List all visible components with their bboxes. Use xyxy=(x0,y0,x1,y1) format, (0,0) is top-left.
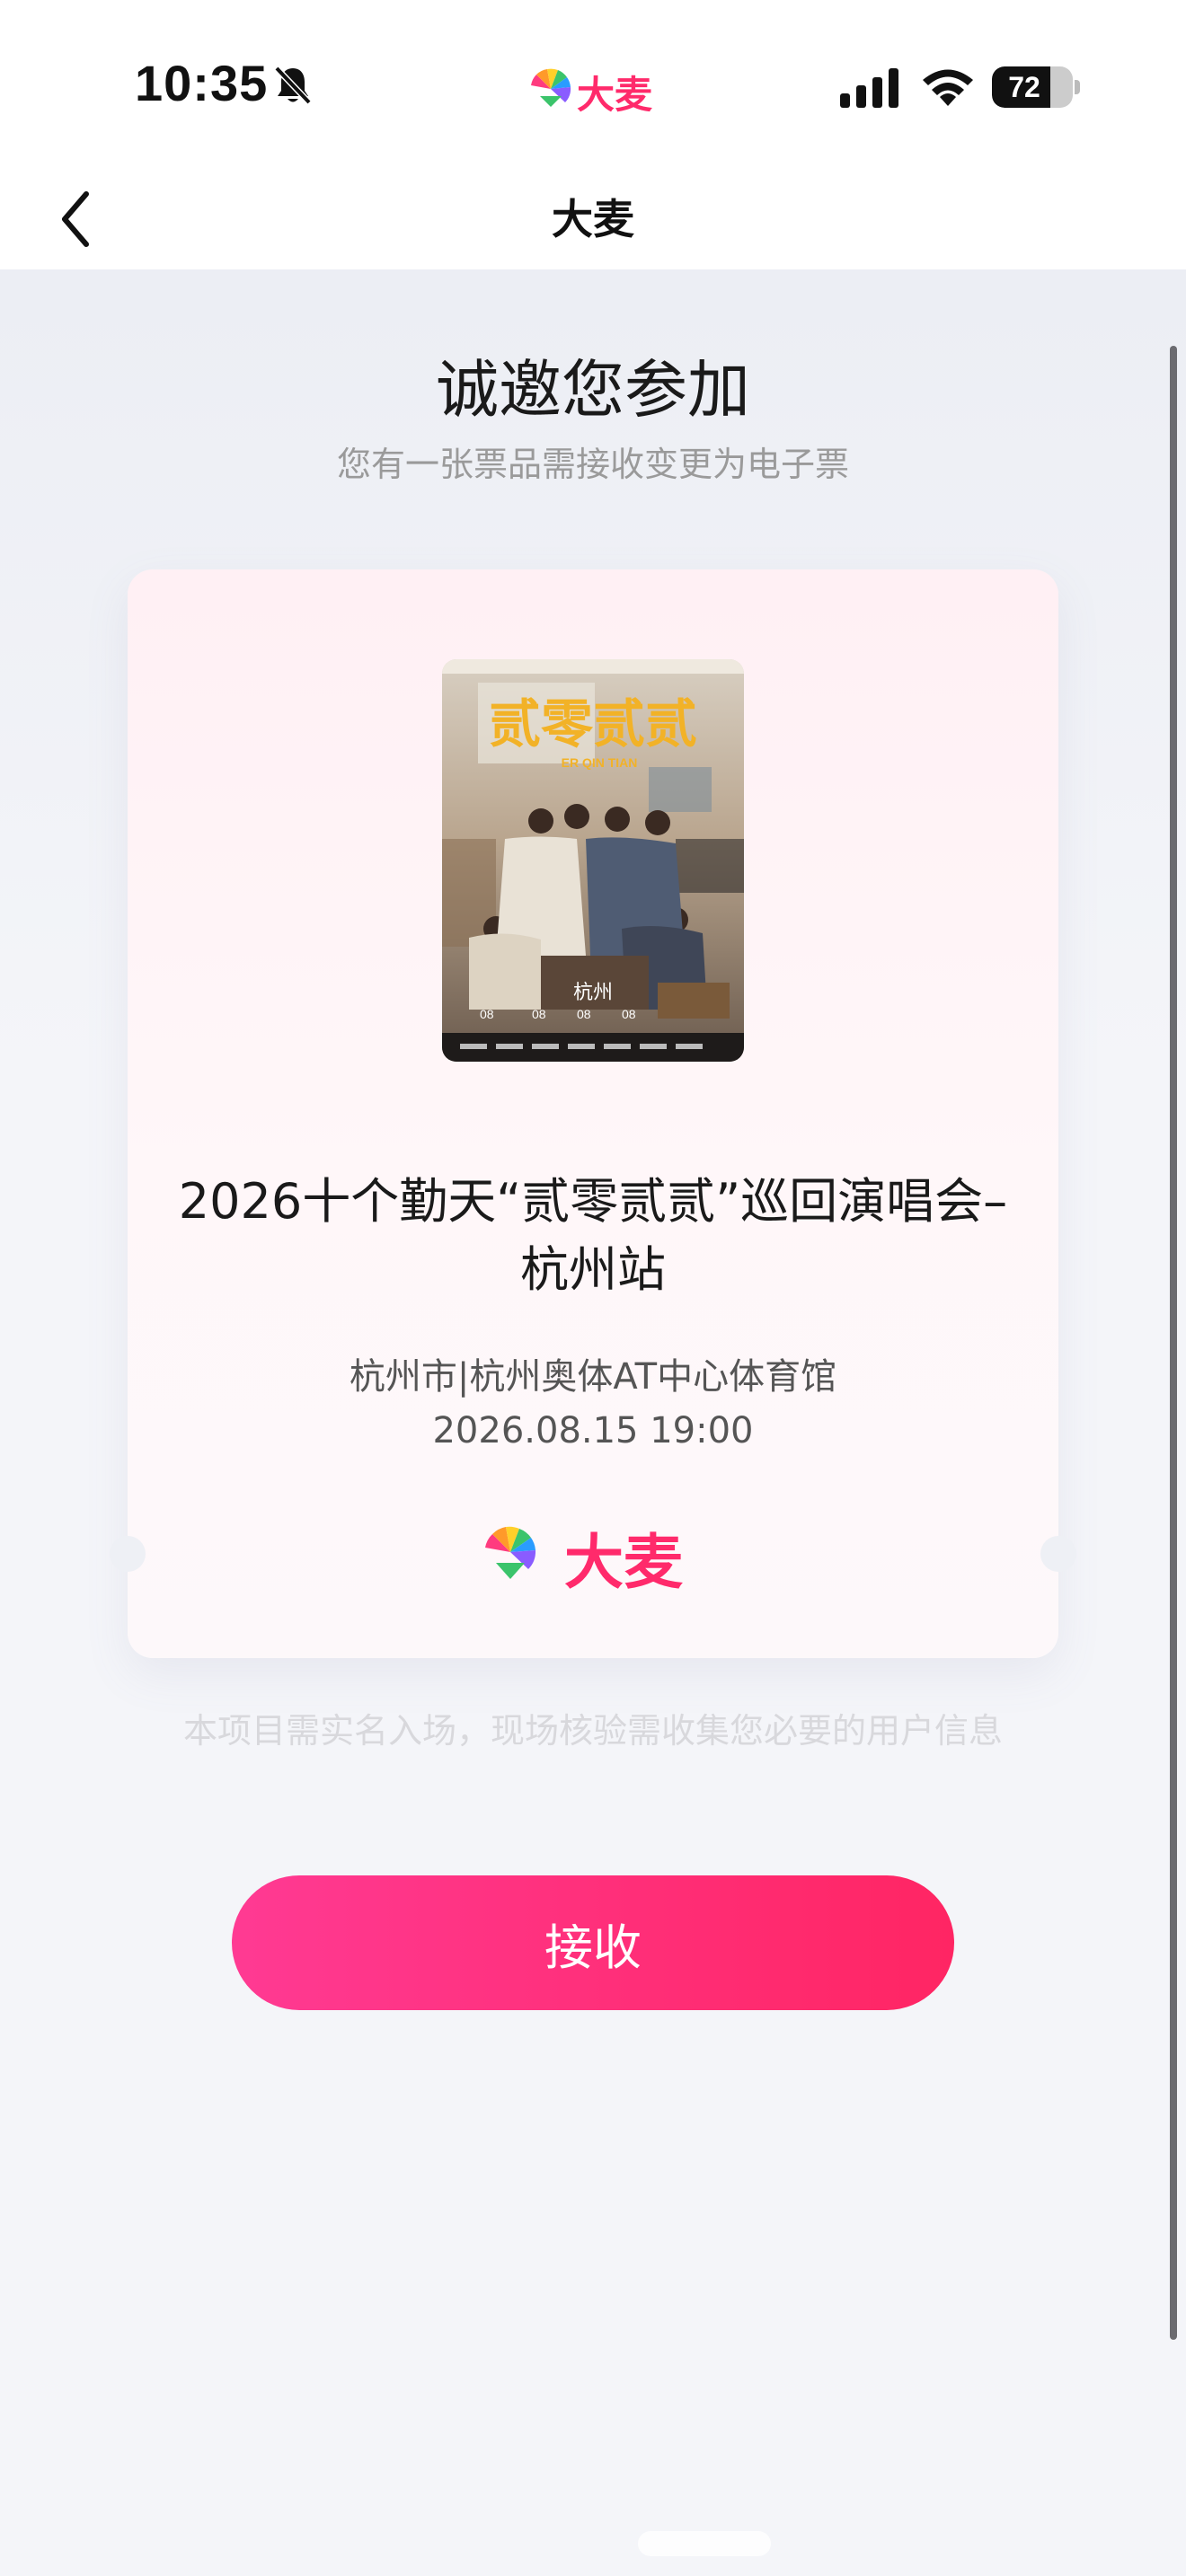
status-time: 10:35 xyxy=(135,55,269,111)
status-brand: 大麦 xyxy=(577,73,653,117)
page-title: 大麦 xyxy=(552,195,634,243)
poster-date-1: 08 xyxy=(480,1007,494,1021)
damai-logo-icon xyxy=(531,68,571,107)
event-title-line2: 杭州站 xyxy=(520,1241,666,1298)
event-title: 2026十个勤天“贰零贰贰”巡回演唱会– 杭州站 xyxy=(162,1168,1024,1304)
invite-subtitle: 您有一张票品需接收变更为电子票 xyxy=(336,445,849,484)
invite-title: 诚邀您参加 xyxy=(436,353,750,427)
bell-slash-icon xyxy=(274,66,312,105)
poster-date-2: 08 xyxy=(532,1007,546,1021)
accept-button[interactable]: 接收 xyxy=(232,1875,954,2010)
signal-icon xyxy=(840,68,898,108)
poster-date-4: 08 xyxy=(622,1007,636,1021)
home-indicator[interactable] xyxy=(638,2531,771,2556)
wifi-icon xyxy=(923,69,973,106)
real-name-notice: 本项目需实名入场，现场核验需收集您必要的用户信息 xyxy=(182,1711,1003,1751)
status-bar: 10:35 大麦 72 xyxy=(0,0,1186,171)
ticket-notch-left xyxy=(110,1536,146,1572)
poster-subtitle: ER QIN TIAN xyxy=(562,755,638,770)
poster-image: 贰零贰贰 ER QIN TIAN 杭州 08 08 08 08 xyxy=(442,659,744,1062)
poster-date-3: 08 xyxy=(577,1007,591,1021)
battery-icon: 72 xyxy=(992,66,1073,108)
event-poster[interactable]: 贰零贰贰 ER QIN TIAN 杭州 08 08 08 08 xyxy=(442,659,744,1062)
poster-city: 杭州 xyxy=(573,982,613,1004)
scrollbar[interactable] xyxy=(1170,346,1177,2340)
card-brand: 大麦 xyxy=(564,1528,683,1597)
event-title-line1: 2026十个勤天“贰零贰贰”巡回演唱会– xyxy=(178,1173,1008,1230)
nav-bar: 大麦 xyxy=(0,171,1186,269)
event-datetime: 2026.08.15 19:00 xyxy=(432,1410,754,1451)
damai-logo-icon xyxy=(485,1526,536,1579)
ticket-notch-right xyxy=(1040,1536,1076,1572)
event-venue: 杭州市|杭州奥体AT中心体育馆 xyxy=(349,1356,837,1398)
battery-cap xyxy=(1075,80,1080,94)
battery-percent: 72 xyxy=(1008,71,1040,103)
poster-title: 贰零贰贰 xyxy=(489,693,697,754)
